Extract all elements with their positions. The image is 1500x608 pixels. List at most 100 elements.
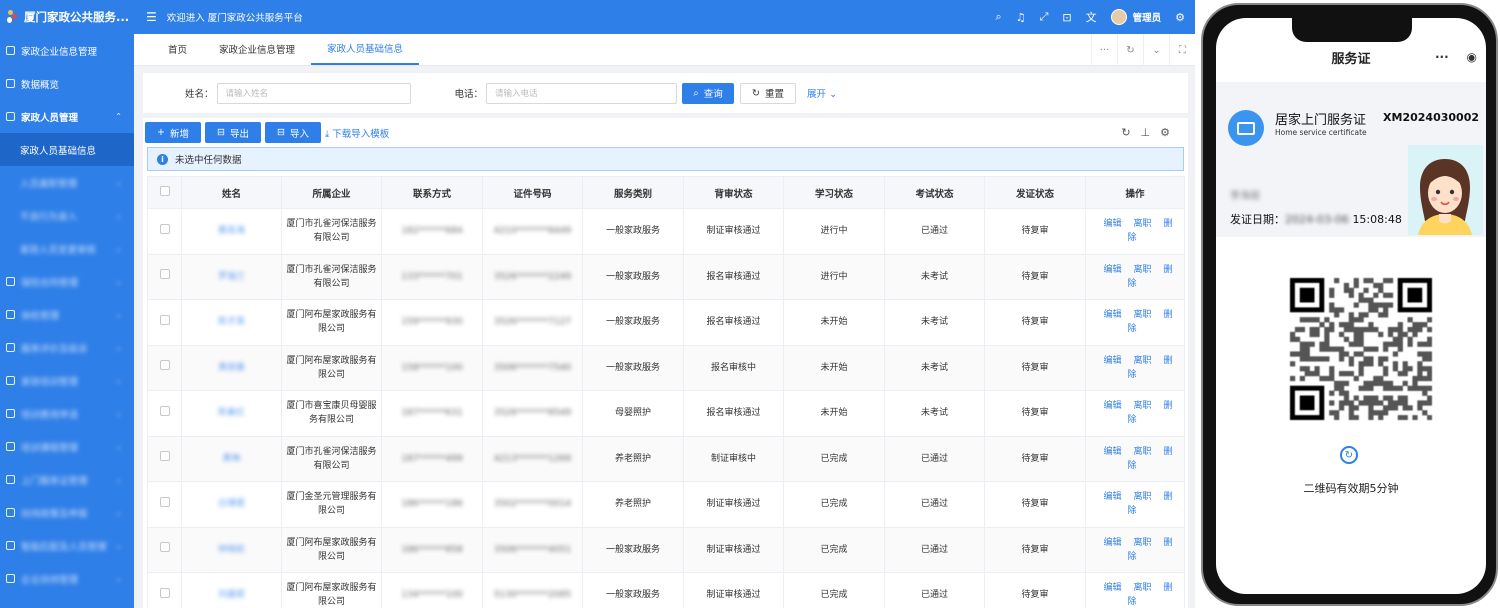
row-checkbox[interactable]	[159, 314, 170, 325]
close-circle-icon[interactable]: ◉	[1467, 50, 1477, 64]
import-button[interactable]: ⊟ 导入	[264, 122, 321, 143]
lock-icon[interactable]: ⊡	[1062, 11, 1071, 24]
edit-link[interactable]: 编辑	[1103, 447, 1121, 457]
sidebar-item-15[interactable]: 智能匹配及人员管理 ⌄	[0, 529, 134, 562]
row-checkbox[interactable]	[159, 542, 170, 553]
add-button[interactable]: + 新增	[145, 122, 201, 143]
sidebar-item-label: 保险合同管理	[21, 277, 79, 289]
query-button[interactable]: ⌕ 查询	[682, 82, 735, 104]
sidebar-item-2[interactable]: 家政人员管理 ⌃	[0, 100, 134, 133]
row-checkbox[interactable]	[159, 360, 170, 371]
sidebar-item-4[interactable]: 人员离职管理 ⌄	[0, 166, 134, 199]
translate-icon[interactable]: 文	[1086, 9, 1097, 25]
tab-more-icon[interactable]: ···	[1091, 34, 1117, 66]
resign-link[interactable]: 离职	[1133, 538, 1151, 548]
table-cell: 一般家政服务	[582, 299, 684, 346]
sidebar-item-3[interactable]: 家政人员基础信息	[0, 133, 134, 166]
tab-maximize-icon[interactable]: ⛶	[1169, 34, 1195, 66]
name-input[interactable]: 请输入姓名	[216, 82, 411, 104]
settings-icon[interactable]: ⚙	[1175, 11, 1185, 24]
phone-input[interactable]: 请输入电话	[486, 82, 678, 104]
edit-link[interactable]: 编辑	[1103, 219, 1121, 229]
edit-link[interactable]: 编辑	[1103, 538, 1121, 548]
sidebar-item-12[interactable]: 培训课程管理 ⌄	[0, 430, 134, 463]
export-button[interactable]: ⊟ 导出	[204, 122, 261, 143]
user-menu[interactable]: 管理员	[1110, 9, 1161, 25]
expand-link[interactable]: 展开 ⌄	[807, 86, 837, 100]
edit-link[interactable]: 编辑	[1103, 356, 1121, 366]
sidebar-item-8[interactable]: 体检管理 ⌄	[0, 298, 134, 331]
row-checkbox[interactable]	[159, 269, 170, 280]
qr-refresh-icon[interactable]: ↻	[1340, 446, 1358, 464]
column-settings-icon[interactable]: ⚙	[1160, 126, 1170, 139]
reset-button[interactable]: ↻ 重置	[740, 82, 797, 104]
cell-name[interactable]: 白博君	[218, 499, 245, 509]
app-logo[interactable]: 厦门家政公共服务...	[0, 0, 134, 34]
cell-exam: 已通过	[920, 499, 948, 510]
cell-company: 厦门市孔雀河保洁服务有限公司	[286, 264, 377, 289]
name-label: 姓名：	[185, 89, 214, 100]
cell-name[interactable]: 钟晓航	[218, 545, 245, 555]
more-icon[interactable]: ···	[1435, 50, 1449, 64]
edit-link[interactable]: 编辑	[1103, 310, 1121, 320]
top-bar: ☰ 欢迎进入 厦门家政公共服务平台 ⌕ ♫ ⤢ ⊡ 文 管理员 ⚙	[134, 0, 1195, 34]
edit-link[interactable]: 编辑	[1103, 492, 1121, 502]
row-checkbox[interactable]	[159, 496, 170, 507]
row-checkbox[interactable]	[159, 451, 170, 462]
bell-icon[interactable]: ♫	[1016, 11, 1026, 24]
edit-link[interactable]: 编辑	[1103, 265, 1121, 275]
resign-link[interactable]: 离职	[1133, 265, 1151, 275]
row-checkbox[interactable]	[159, 587, 170, 598]
fullscreen-icon[interactable]: ⤢	[1040, 10, 1049, 24]
resign-link[interactable]: 离职	[1133, 583, 1151, 593]
tab-dropdown-icon[interactable]: ⌄	[1143, 34, 1169, 66]
column-height-icon[interactable]: ⊥	[1141, 126, 1151, 139]
cell-name[interactable]: 刘嘉妮	[218, 590, 245, 600]
resign-link[interactable]: 离职	[1133, 310, 1151, 320]
tab-home[interactable]: 首页	[152, 33, 203, 65]
select-all-checkbox[interactable]	[159, 186, 170, 196]
sidebar-item-5[interactable]: 不良行为录入 ⌄	[0, 199, 134, 232]
menu-toggle-icon[interactable]: ☰	[146, 10, 157, 24]
sidebar-item-16[interactable]: 企业扶持管理 ⌄	[0, 562, 134, 595]
tab-staff-info[interactable]: 家政人员基础信息	[311, 33, 420, 65]
cell-name[interactable]: 陈才英	[218, 317, 245, 327]
row-checkbox[interactable]	[159, 223, 170, 234]
chevron-down-icon: ⌄	[115, 178, 122, 187]
download-template-link[interactable]: ⤓ 下载导入模板	[325, 126, 389, 140]
resign-link[interactable]: 离职	[1133, 492, 1151, 502]
cell-name[interactable]: 陈秦红	[218, 408, 245, 418]
cell-name[interactable]: 黄丽春	[218, 363, 245, 373]
cell-name[interactable]: 黄琳	[222, 454, 240, 464]
tab-refresh-icon[interactable]: ↻	[1117, 34, 1143, 66]
resign-link[interactable]: 离职	[1133, 401, 1151, 411]
row-checkbox[interactable]	[159, 405, 170, 416]
resign-link[interactable]: 离职	[1133, 356, 1151, 366]
tab-company[interactable]: 家政企业信息管理	[203, 33, 311, 65]
table-cell: 未考试	[884, 390, 985, 437]
sidebar-item-6[interactable]: 家政人员变更审核 ⌄	[0, 232, 134, 265]
resign-link[interactable]: 离职	[1133, 447, 1151, 457]
sidebar-item-1[interactable]: 数据概览	[0, 67, 134, 100]
issue-label: 发证日期：	[1230, 213, 1285, 226]
refresh-icon[interactable]: ↻	[1121, 126, 1130, 139]
miniapp-capsule[interactable]: ··· ◉	[1426, 45, 1486, 69]
edit-link[interactable]: 编辑	[1103, 583, 1121, 593]
row-select-cell	[147, 435, 182, 482]
cell-name[interactable]: 蔡高海	[218, 226, 245, 236]
edit-link[interactable]: 编辑	[1103, 401, 1121, 411]
search-icon[interactable]: ⌕	[996, 10, 1002, 24]
sidebar-item-10[interactable]: 家政培训管理 ⌄	[0, 364, 134, 397]
sidebar-item-14[interactable]: 扶持政策及申报 ⌄	[0, 496, 134, 529]
chevron-down-icon: ⌄	[115, 310, 122, 319]
sidebar-item-13[interactable]: 上门服务证管理 ⌄	[0, 463, 134, 496]
cell-cert: 待复审	[1021, 544, 1049, 555]
resign-link[interactable]: 离职	[1133, 219, 1151, 229]
menu-item-icon	[6, 310, 15, 319]
sidebar-item-11[interactable]: 培训费用申请 ⌄	[0, 397, 134, 430]
cell-name[interactable]: 罗瑞兰	[218, 272, 245, 282]
sidebar-item-7[interactable]: 保险合同管理 ⌄	[0, 265, 134, 298]
sidebar-item-9[interactable]: 服务评价及投诉 ⌄	[0, 331, 134, 364]
expand-label: 展开	[807, 89, 827, 100]
sidebar-item-0[interactable]: 家政企业信息管理	[0, 34, 134, 67]
